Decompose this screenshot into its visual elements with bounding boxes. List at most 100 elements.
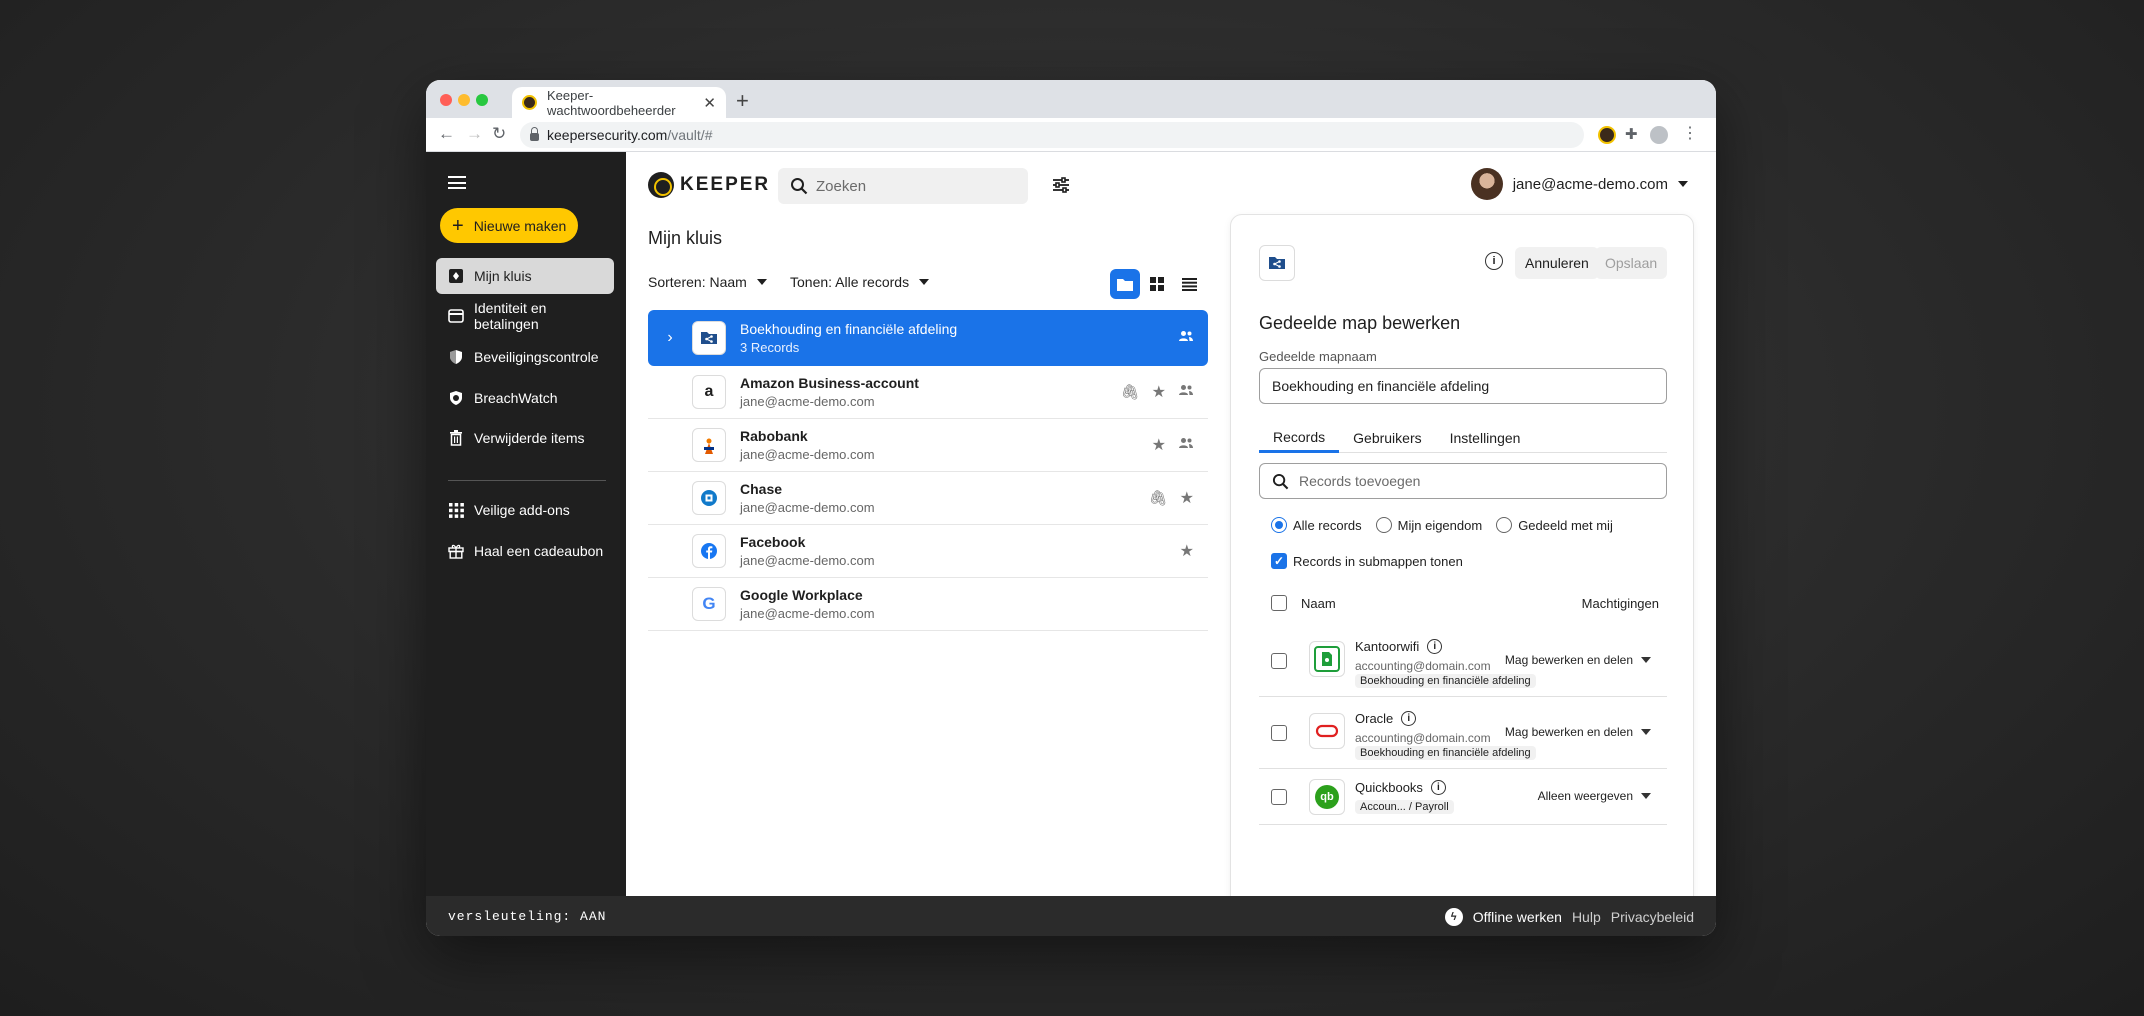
privacy-link[interactable]: Privacybeleid — [1611, 909, 1694, 925]
search-icon — [791, 178, 808, 195]
help-link[interactable]: Hulp — [1572, 909, 1601, 925]
list-item[interactable]: a Amazon Business-account jane@acme-demo… — [648, 366, 1208, 419]
keeper-extension-icon[interactable] — [1598, 126, 1616, 144]
back-icon[interactable]: ← — [438, 124, 455, 144]
save-button[interactable]: Opslaan — [1595, 247, 1668, 279]
table-header: Naam Machtigingen — [1271, 595, 1659, 611]
folder-name-label: Gedeelde mapnaam — [1259, 349, 1377, 364]
breachwatch-icon — [448, 390, 464, 406]
reload-icon[interactable]: ↻ — [492, 124, 506, 144]
star-icon[interactable]: ★ — [1152, 435, 1166, 455]
list-item[interactable]: G Google Workplace jane@acme-demo.com — [648, 578, 1208, 631]
sidebar-item-label: Haal een cadeaubon — [474, 543, 604, 559]
offline-link[interactable]: Offline werken — [1473, 909, 1562, 925]
filter-icon[interactable] — [1052, 176, 1070, 194]
browser-tab[interactable]: Keeper-wachtwoordbeheerder ✕ — [512, 87, 726, 118]
sort-dropdown[interactable]: Sorteren: Naam — [648, 274, 767, 290]
search-input[interactable]: Zoeken — [778, 168, 1028, 204]
new-item-label: Nieuwe maken — [473, 217, 567, 234]
maximize-window-dot[interactable] — [476, 94, 488, 106]
radio-icon — [1375, 517, 1392, 533]
record-subtitle: jane@acme-demo.com — [740, 394, 875, 409]
tab-records[interactable]: Records — [1259, 423, 1340, 453]
trash-icon — [448, 430, 464, 446]
folder-name-input[interactable]: Boekhouding en financiële afdeling — [1259, 368, 1667, 404]
hamburger-menu-icon[interactable] — [448, 176, 466, 189]
user-menu[interactable]: jane@acme-demo.com — [1470, 168, 1688, 200]
search-placeholder: Zoeken — [816, 177, 867, 195]
folder-view-button[interactable] — [1110, 269, 1140, 299]
browser-menu-icon[interactable]: ⋮ — [1682, 123, 1700, 142]
record-subtitle: jane@acme-demo.com — [740, 447, 875, 462]
puzzle-extension-icon[interactable]: ✚ — [1625, 125, 1643, 143]
select-all-checkbox[interactable] — [1271, 595, 1287, 611]
radio-label: Alle records — [1293, 517, 1362, 533]
show-dropdown[interactable]: Tonen: Alle records — [790, 274, 930, 290]
grid-view-button[interactable] — [1142, 269, 1172, 299]
sidebar-item-label: BreachWatch — [474, 390, 558, 406]
row-checkbox[interactable] — [1271, 725, 1287, 741]
row-checkbox[interactable] — [1271, 653, 1287, 669]
chase-logo-icon — [692, 481, 726, 515]
star-icon[interactable]: ★ — [1180, 488, 1194, 508]
sidebar-item-security-audit[interactable]: Beveiligingscontrole — [436, 339, 614, 375]
vault-icon — [448, 268, 464, 284]
radio-all-records[interactable]: Alle records — [1271, 517, 1362, 533]
info-icon[interactable]: i — [1430, 780, 1446, 795]
add-records-search[interactable]: Records toevoegen — [1259, 463, 1667, 499]
sidebar-item-deleted[interactable]: Verwijderde items — [436, 420, 614, 456]
permission-dropdown[interactable]: Mag bewerken en delen — [1505, 653, 1651, 667]
info-icon[interactable]: i — [1485, 252, 1503, 270]
shared-folder-icon — [1259, 245, 1295, 281]
star-icon[interactable]: ★ — [1180, 541, 1194, 561]
list-view-button[interactable] — [1174, 269, 1204, 299]
show-subfolder-records-checkbox[interactable]: ✓ Records in submappen tonen — [1271, 553, 1463, 569]
sidebar-item-breachwatch[interactable]: BreachWatch — [436, 380, 614, 416]
folder-tag: Accoun... / Payroll — [1355, 800, 1454, 814]
url-field[interactable]: keepersecurity.com/vault/# — [520, 122, 1584, 148]
cancel-button[interactable]: Annuleren — [1515, 247, 1599, 279]
chevron-right-icon[interactable]: › — [648, 329, 692, 347]
tab-title: Keeper-wachtwoordbeheerder — [547, 87, 676, 118]
browser-window: Keeper-wachtwoordbeheerder ✕ + ← → ↻ kee… — [426, 80, 1716, 936]
star-icon[interactable]: ★ — [1152, 382, 1166, 402]
permission-dropdown[interactable]: Mag bewerken en delen — [1505, 725, 1651, 739]
tab-users[interactable]: Gebruikers — [1339, 423, 1435, 453]
record-actions: 🖇 ★ — [1149, 488, 1194, 508]
row-checkbox[interactable] — [1271, 789, 1287, 805]
permission-dropdown[interactable]: Alleen weergeven — [1538, 789, 1651, 803]
attachment-icon: 🖇 — [1148, 490, 1168, 507]
info-icon[interactable]: i — [1401, 711, 1417, 726]
list-item[interactable]: › Boekhouding en financiële afdeling 3 R… — [648, 310, 1208, 366]
rabobank-logo-icon — [692, 428, 726, 462]
panel-tabs: Records Gebruikers Instellingen — [1259, 423, 1667, 453]
list-item[interactable]: Rabobank jane@acme-demo.com ★ — [648, 419, 1208, 472]
minimize-window-dot[interactable] — [458, 94, 470, 106]
sidebar-item-identity[interactable]: Identiteit en betalingen — [436, 298, 614, 334]
shield-icon — [448, 349, 464, 365]
sidebar-item-gift[interactable]: Haal een cadeaubon — [436, 533, 614, 569]
profile-icon[interactable] — [1650, 126, 1668, 144]
record-list: › Boekhouding en financiële afdeling 3 R… — [648, 310, 1208, 631]
radio-my-own[interactable]: Mijn eigendom — [1375, 517, 1482, 533]
tab-settings[interactable]: Instellingen — [1436, 423, 1535, 453]
forward-icon[interactable]: → — [466, 124, 483, 144]
list-item[interactable]: Chase jane@acme-demo.com 🖇 ★ — [648, 472, 1208, 525]
amazon-logo-icon: a — [692, 375, 726, 409]
new-tab-button[interactable]: + — [736, 88, 749, 114]
list-item[interactable]: Facebook jane@acme-demo.com ★ — [648, 525, 1208, 578]
close-window-dot[interactable] — [440, 94, 452, 106]
record-email: accounting@domain.com — [1355, 731, 1491, 745]
new-item-button[interactable]: + Nieuwe maken — [440, 208, 578, 243]
info-icon[interactable]: i — [1427, 639, 1443, 654]
permission-label: Mag bewerken en delen — [1504, 653, 1633, 667]
status-footer: versleuteling: AAN ϟ Offline werken Hulp… — [426, 896, 1716, 936]
sidebar-item-my-vault[interactable]: Mijn kluis — [436, 258, 614, 294]
tab-close-icon[interactable]: ✕ — [703, 94, 716, 112]
radio-label: Gedeeld met mij — [1518, 517, 1613, 533]
radio-shared-with-me[interactable]: Gedeeld met mij — [1496, 517, 1613, 533]
sidebar-item-addons[interactable]: Veilige add-ons — [436, 492, 614, 528]
list-view-icon — [1181, 277, 1197, 291]
url-path: /vault/# — [667, 127, 713, 143]
chevron-down-icon — [1678, 181, 1688, 187]
